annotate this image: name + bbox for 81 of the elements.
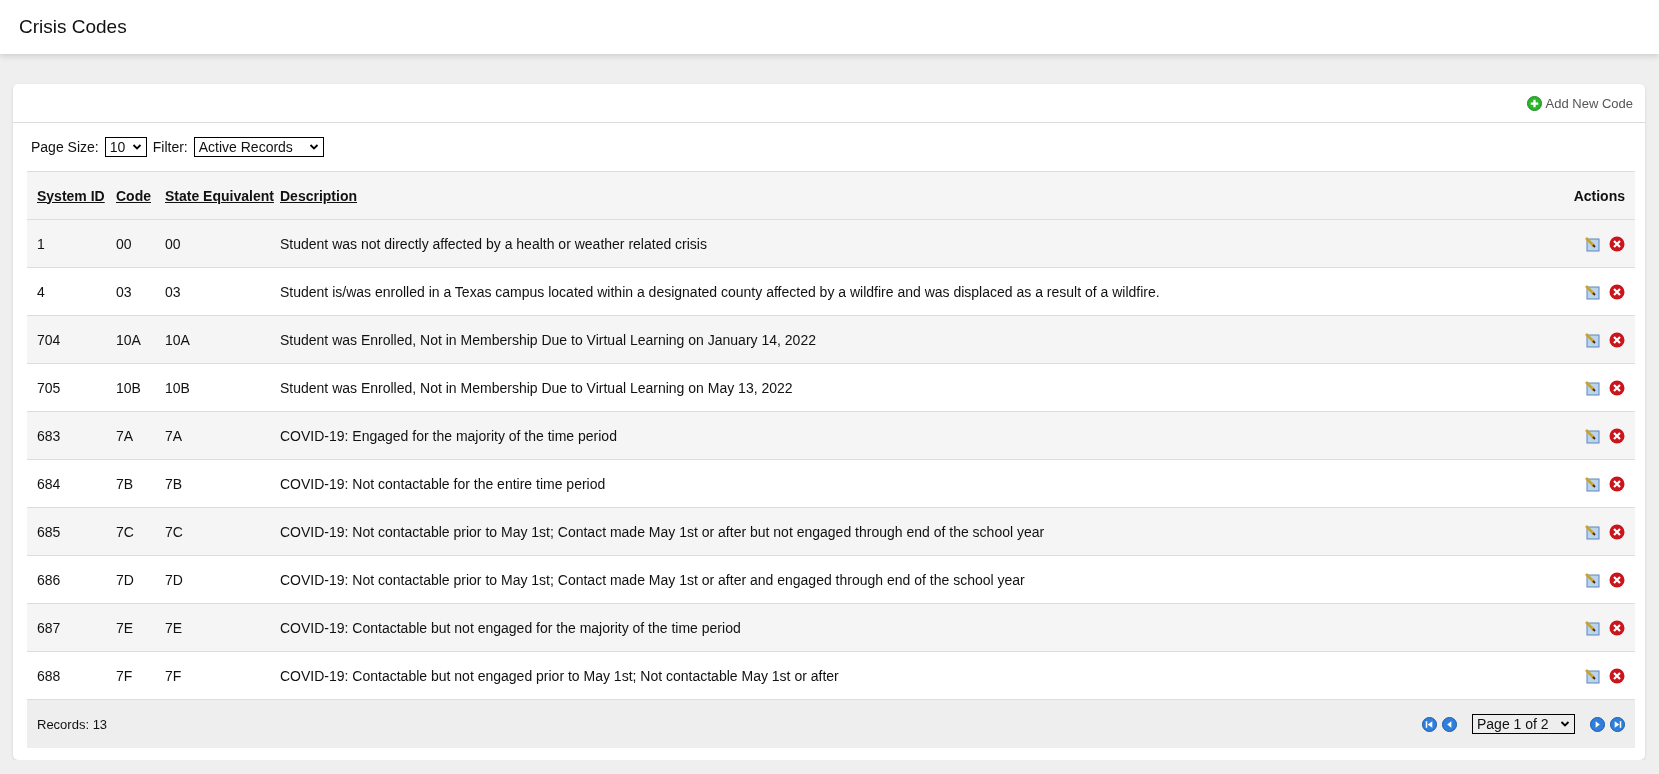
delete-icon[interactable] bbox=[1609, 619, 1625, 636]
table-cell-text: COVID-19: Not contactable prior to May 1st; Contact made May 1st or after but not engaged through end of the school year bbox=[280, 523, 1046, 540]
filter-label: Filter: bbox=[152, 139, 188, 155]
delete-icon[interactable] bbox=[1609, 475, 1625, 492]
table-cell-text: 705 bbox=[37, 379, 62, 396]
table-cell-text: 685 bbox=[37, 523, 62, 540]
chevron-down-icon bbox=[308, 142, 319, 152]
edit-icon[interactable] bbox=[1584, 571, 1600, 588]
page-size-label: Page Size: bbox=[31, 139, 99, 155]
table-cell-text: 7C bbox=[165, 523, 184, 540]
table-cell-text: 686 bbox=[37, 571, 62, 588]
table-cell-text: COVID-19: Not contactable for the entire time period bbox=[280, 475, 607, 492]
table-cell-text: 10B bbox=[165, 379, 191, 396]
delete-icon[interactable] bbox=[1609, 571, 1625, 588]
table-cell-text: 00 bbox=[116, 235, 133, 252]
edit-icon[interactable] bbox=[1584, 379, 1600, 396]
table-cell-text: 1 bbox=[37, 235, 46, 252]
next-page-icon[interactable] bbox=[1590, 716, 1605, 732]
table-cell-text: 7B bbox=[116, 475, 135, 492]
table-cell-text: 7D bbox=[116, 571, 135, 588]
table-cell-text: Student is/was enrolled in a Texas campus located within a designated county affected by a wildfire and was displaced as a result of a wildfire. bbox=[280, 283, 1161, 300]
table-cell-text: COVID-19: Not contactable prior to May 1st; Contact made May 1st or after and engaged through end of the school year bbox=[280, 571, 1026, 588]
edit-icon[interactable] bbox=[1584, 235, 1600, 252]
edit-icon[interactable] bbox=[1584, 667, 1600, 684]
chevron-down-icon bbox=[1560, 719, 1570, 729]
table-cell-text: 7A bbox=[116, 427, 135, 444]
column-header: Actions bbox=[1572, 187, 1625, 204]
edit-icon[interactable] bbox=[1584, 475, 1600, 492]
edit-icon[interactable] bbox=[1584, 523, 1600, 540]
table-cell-text: 688 bbox=[37, 667, 62, 684]
edit-icon[interactable] bbox=[1584, 283, 1600, 300]
edit-icon[interactable] bbox=[1584, 331, 1600, 348]
column-header[interactable]: Description bbox=[280, 187, 1545, 204]
table-cell-text: 03 bbox=[116, 283, 133, 300]
table-cell-text: 704 bbox=[37, 331, 62, 348]
column-header[interactable]: System ID bbox=[37, 187, 116, 204]
last-page-icon[interactable] bbox=[1610, 716, 1625, 732]
table-cell-text: 03 bbox=[165, 283, 182, 300]
table-cell-text: COVID-19: Contactable but not engaged prior to May 1st; Not contactable May 1st or after bbox=[280, 667, 840, 684]
table-cell-text: 684 bbox=[37, 475, 62, 492]
page-title: Crisis Codes bbox=[19, 16, 127, 38]
add-new-code-link[interactable]: Add New Code bbox=[1526, 95, 1633, 111]
table-cell-text: 7A bbox=[165, 427, 184, 444]
table-cell-text: 687 bbox=[37, 619, 62, 636]
chevron-down-icon bbox=[131, 142, 142, 152]
table-cell-text: 7E bbox=[165, 619, 184, 636]
table-cell-text: 10A bbox=[165, 331, 191, 348]
delete-icon[interactable] bbox=[1609, 379, 1625, 396]
first-page-icon[interactable] bbox=[1422, 716, 1437, 732]
page-size-select[interactable]: 10 bbox=[104, 137, 147, 157]
previous-page-icon[interactable] bbox=[1442, 716, 1457, 732]
delete-icon[interactable] bbox=[1609, 235, 1625, 252]
table-cell-text: 7E bbox=[116, 619, 135, 636]
delete-icon[interactable] bbox=[1609, 667, 1625, 684]
table-cell-text: 683 bbox=[37, 427, 62, 444]
add-icon bbox=[1526, 95, 1542, 111]
delete-icon[interactable] bbox=[1609, 523, 1625, 540]
table-cell-text: 10A bbox=[116, 331, 142, 348]
delete-icon[interactable] bbox=[1609, 283, 1625, 300]
table-cell-text: Student was Enrolled, Not in Membership Due to Virtual Learning on May 13, 2022 bbox=[280, 379, 794, 396]
delete-icon[interactable] bbox=[1609, 427, 1625, 444]
edit-icon[interactable] bbox=[1584, 427, 1600, 444]
table-cell-text: 7C bbox=[116, 523, 135, 540]
table-cell-text: COVID-19: Contactable but not engaged for the majority of the time period bbox=[280, 619, 742, 636]
table-cell-text: Student was Enrolled, Not in Membership Due to Virtual Learning on January 14, 2022 bbox=[280, 331, 817, 348]
column-header[interactable]: Code bbox=[116, 187, 165, 204]
table-cell-text: COVID-19: Engaged for the majority of the time period bbox=[280, 427, 618, 444]
table-cell-text: 7F bbox=[165, 667, 183, 684]
page-select[interactable]: Page 1 of 2 bbox=[1472, 714, 1575, 734]
table-cell-text: 10B bbox=[116, 379, 142, 396]
table-cell-text: Student was not directly affected by a health or weather related crisis bbox=[280, 235, 708, 252]
table-cell-text: 7F bbox=[116, 667, 134, 684]
filter-select[interactable]: Active Records bbox=[193, 137, 324, 157]
table-cell-text: 7D bbox=[165, 571, 184, 588]
table-cell-text: 7B bbox=[165, 475, 184, 492]
edit-icon[interactable] bbox=[1584, 619, 1600, 636]
records-count: Records: 13 bbox=[37, 716, 108, 732]
table-cell-text: 00 bbox=[165, 235, 182, 252]
column-header[interactable]: State Equivalent bbox=[165, 187, 280, 204]
delete-icon[interactable] bbox=[1609, 331, 1625, 348]
table-cell-text: 4 bbox=[37, 283, 46, 300]
